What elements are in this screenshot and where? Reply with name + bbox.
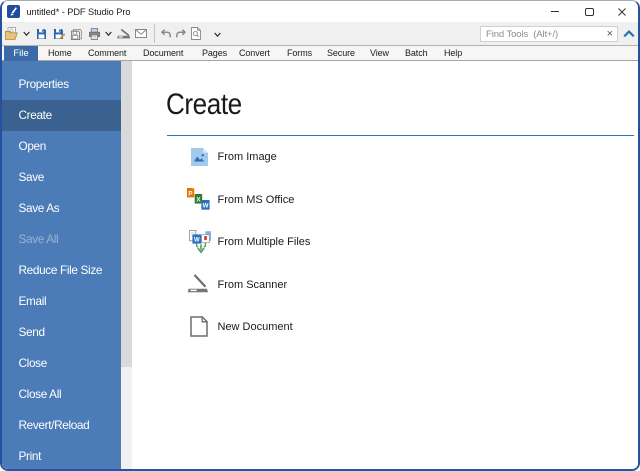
svg-text:P: P bbox=[188, 190, 192, 197]
svg-text:W: W bbox=[203, 203, 209, 210]
svg-text:W: W bbox=[194, 237, 200, 243]
